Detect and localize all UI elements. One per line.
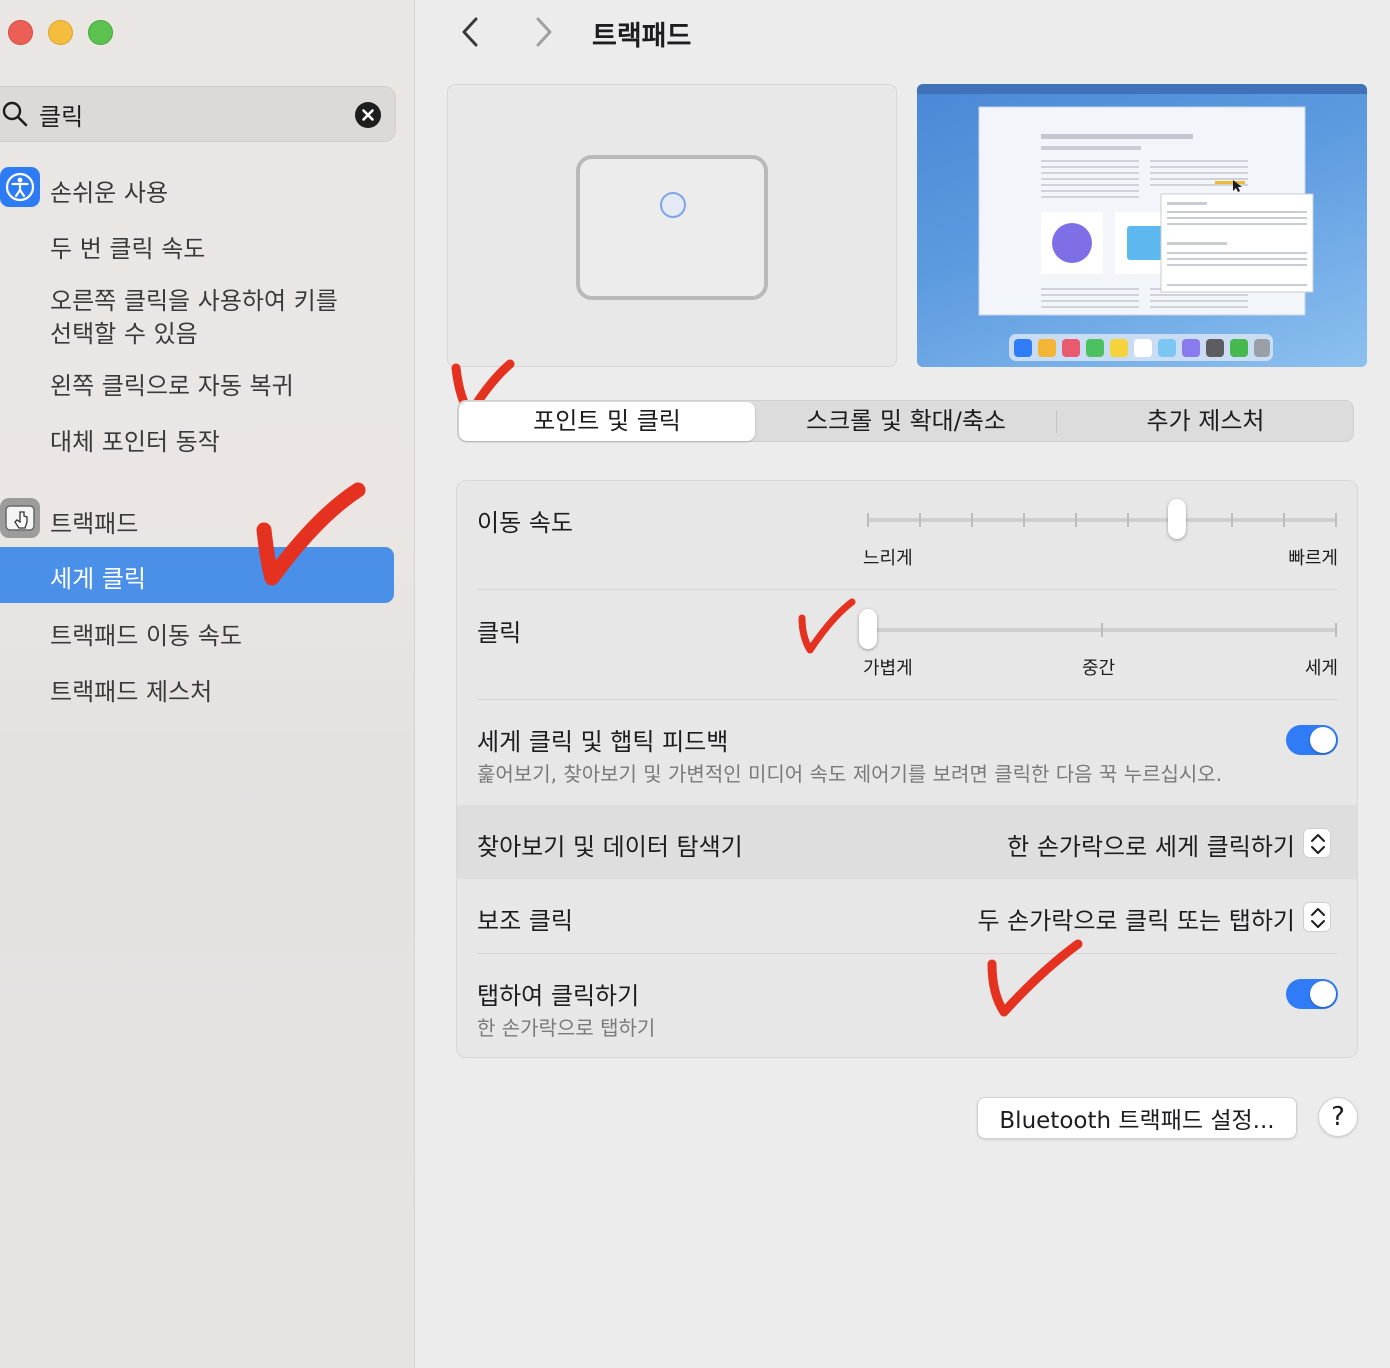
bluetooth-trackpad-settings-button[interactable]: Bluetooth 트랙패드 설정... — [977, 1097, 1297, 1139]
click-pressure-slider[interactable] — [859, 609, 1339, 655]
slider-tick — [971, 513, 973, 527]
sidebar-item-left-click-return[interactable]: 왼쪽 클릭으로 자동 복귀 — [0, 366, 394, 400]
sidebar-item-label: 왼쪽 클릭으로 자동 복귀 — [50, 372, 294, 400]
sidebar-item-alternate-pointer[interactable]: 대체 포인터 동작 — [0, 422, 394, 456]
divider — [477, 699, 1337, 700]
slider-tick — [1335, 513, 1337, 527]
sidebar-item-right-click-keys[interactable]: 오른쪽 클릭을 사용하여 키를 선택할 수 있음 — [0, 281, 394, 351]
secondary-click-popup[interactable]: 두 손가락으로 클릭 또는 탭하기 — [977, 901, 1295, 936]
slider-tick — [1101, 623, 1103, 637]
sidebar-item-label: 트랙패드 제스처 — [50, 678, 213, 706]
sidebar-item-label: 손쉬운 사용 — [50, 179, 169, 207]
zoom-window-button[interactable] — [88, 20, 113, 45]
slider-high-label: 세게 — [1304, 658, 1338, 679]
sidebar-item-double-click-speed[interactable]: 두 번 클릭 속도 — [0, 229, 394, 263]
sidebar-item-label: 대체 포인터 동작 — [50, 428, 220, 456]
tab-point-and-click[interactable]: 포인트 및 클릭 — [459, 402, 755, 441]
trackpad-illustration — [576, 155, 768, 300]
click-pressure-label: 클릭 — [477, 619, 522, 647]
annotation-checkmark — [256, 482, 366, 586]
minimize-window-button[interactable] — [48, 20, 73, 45]
search-icon — [2, 101, 28, 127]
search-field[interactable] — [0, 86, 396, 142]
sidebar-item-label: 트랙패드 이동 속도 — [50, 622, 242, 650]
sidebar-item-label: 트랙패드 — [50, 510, 139, 538]
divider — [477, 589, 1337, 590]
toggle-thumb — [1310, 981, 1336, 1007]
sidebar-item-trackpad-speed[interactable]: 트랙패드 이동 속도 — [0, 616, 394, 650]
trackpad-icon — [0, 498, 40, 538]
slider-max-label: 빠르게 — [1288, 548, 1338, 569]
close-window-button[interactable] — [8, 20, 33, 45]
desktop-preview-illustration — [917, 84, 1367, 361]
tap-to-click-label: 탭하여 클릭하기 — [477, 982, 640, 1010]
secondary-click-label: 보조 클릭 — [477, 907, 573, 935]
lookup-label: 찾아보기 및 데이터 탐색기 — [477, 833, 743, 861]
back-icon[interactable] — [454, 14, 490, 50]
clear-search-icon[interactable] — [355, 102, 381, 128]
sidebar: 손쉬운 사용 두 번 클릭 속도 오른쪽 클릭을 사용하여 키를 선택할 수 있… — [0, 0, 415, 1368]
slider-track — [867, 518, 1337, 522]
slider-mid-label: 중간 — [1082, 658, 1116, 679]
forward-icon[interactable] — [524, 14, 560, 50]
tracking-speed-slider[interactable] — [863, 499, 1339, 545]
annotation-checkmark — [987, 939, 1083, 1017]
slider-knob[interactable] — [1167, 499, 1186, 539]
force-click-label: 세게 클릭 및 햅틱 피드백 — [477, 728, 729, 756]
desktop-preview — [917, 84, 1367, 367]
slider-tick — [1075, 513, 1077, 527]
force-click-toggle[interactable] — [1286, 725, 1338, 755]
divider — [477, 953, 1337, 954]
toggle-thumb — [1310, 727, 1336, 753]
tab-scroll-and-zoom[interactable]: 스크롤 및 확대/축소 — [756, 401, 1056, 441]
accessibility-icon — [0, 167, 40, 207]
slider-tick — [867, 513, 869, 527]
help-button[interactable]: ? — [1318, 1097, 1358, 1137]
slider-tick — [1335, 623, 1337, 637]
slider-tick — [919, 513, 921, 527]
tab-bar: 포인트 및 클릭 스크롤 및 확대/축소 추가 제스처 — [457, 400, 1354, 442]
sidebar-item-label: 세게 클릭 — [50, 565, 146, 593]
page-title: 트랙패드 — [592, 21, 692, 52]
chevron-updown-icon[interactable] — [1303, 902, 1331, 932]
trackpad-preview — [447, 84, 897, 367]
slider-tick — [1283, 513, 1285, 527]
sidebar-item-trackpad-gestures[interactable]: 트랙패드 제스처 — [0, 672, 394, 706]
tracking-speed-label: 이동 속도 — [477, 509, 573, 537]
tap-to-click-toggle[interactable] — [1286, 979, 1338, 1009]
lookup-popup[interactable]: 한 손가락으로 세게 클릭하기 — [1007, 827, 1295, 862]
slider-min-label: 느리게 — [863, 548, 913, 569]
settings-card: 이동 속도 느리게 빠르게 클릭 가볍게 중간 세게 세게 클릭 및 햅틱 피드… — [456, 480, 1358, 1058]
sidebar-item-label-line1: 오른쪽 클릭을 사용하여 키를 — [50, 287, 338, 315]
touch-point-icon — [660, 192, 686, 218]
slider-tick — [1231, 513, 1233, 527]
sidebar-item-label-line2: 선택할 수 있음 — [50, 320, 198, 348]
tap-to-click-description: 한 손가락으로 탭하기 — [477, 1016, 656, 1040]
search-input[interactable] — [39, 95, 339, 133]
chevron-updown-icon[interactable] — [1303, 828, 1331, 858]
slider-tick — [1127, 513, 1129, 527]
sidebar-item-accessibility[interactable]: 손쉬운 사용 — [0, 167, 394, 209]
sidebar-item-label: 두 번 클릭 속도 — [50, 235, 206, 263]
force-click-description: 훑어보기, 찾아보기 및 가변적인 미디어 속도 제어기를 보려면 클릭한 다음… — [477, 762, 1223, 786]
slider-tick — [1023, 513, 1025, 527]
main-pane: 트랙패드 포인트 및 클릭 스크롤 및 확대/축소 추가 제스처 이동 속도 느… — [416, 0, 1390, 1368]
tab-more-gestures[interactable]: 추가 제스처 — [1057, 401, 1354, 441]
slider-low-label: 가볍게 — [863, 658, 913, 679]
annotation-checkmark — [798, 598, 856, 654]
